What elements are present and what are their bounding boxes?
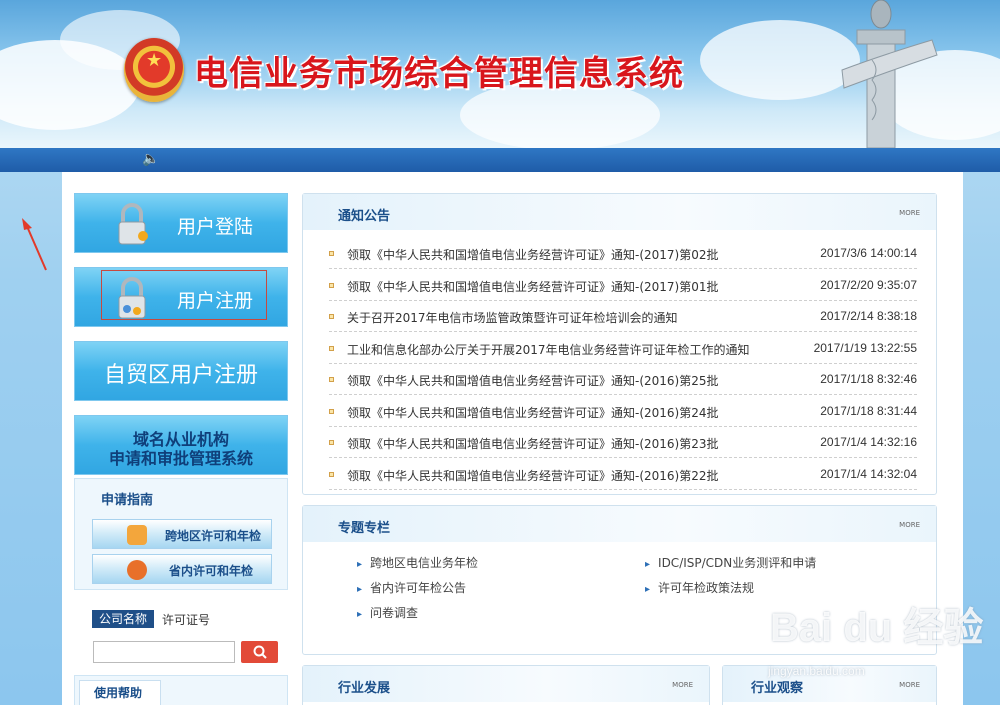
notice-date: 2017/1/4 14:32:16 xyxy=(820,435,917,449)
notice-row[interactable]: 领取《中华人民共和国增值电信业务经营许可证》通知-(2016)第23批 2017/… xyxy=(329,427,917,458)
topic-label: 省内许可年检公告 xyxy=(370,581,467,595)
notice-title-text[interactable]: 领取《中华人民共和国增值电信业务经营许可证》通知-(2016)第23批 xyxy=(347,435,719,452)
tab-license-number[interactable]: 许可证号 xyxy=(162,611,222,628)
baidu-watermark: Bai du 经验 xyxy=(770,606,984,650)
notice-panel: 通知公告 MORE 领取《中华人民共和国增值电信业务经营许可证》通知-(2017… xyxy=(302,193,937,495)
special-more-link[interactable]: MORE xyxy=(899,521,920,529)
notice-date: 2017/1/18 8:32:46 xyxy=(820,372,917,386)
notice-title-text[interactable]: 领取《中华人民共和国增值电信业务经营许可证》通知-(2016)第24批 xyxy=(347,404,719,421)
bullet-icon xyxy=(329,282,334,288)
guide-cross-region-button[interactable]: 跨地区许可和年检 xyxy=(92,519,272,549)
arrow-icon: ▸ xyxy=(357,559,363,570)
domain-system-button[interactable]: 域名从业机构 申请和审批管理系统 xyxy=(74,415,288,475)
notice-row[interactable]: 领取《中华人民共和国增值电信业务经营许可证》通知-(2016)第24批 2017/… xyxy=(329,396,917,427)
lock-icon xyxy=(118,203,148,245)
notice-date: 2017/3/6 14:00:14 xyxy=(820,246,917,260)
bullet-icon xyxy=(329,440,334,445)
industry-dev-header: 行业发展 MORE xyxy=(303,666,709,702)
notice-more-link[interactable]: MORE xyxy=(899,209,920,217)
bullet-icon xyxy=(329,377,334,382)
industry-watch-title: 行业观察 xyxy=(751,681,804,696)
notice-row[interactable]: 领取《中华人民共和国增值电信业务经营许可证》通知-(2016)第25批 2017/… xyxy=(329,364,917,395)
bullet-icon xyxy=(329,251,334,256)
notice-row[interactable]: 工业和信息化部办公厅关于开展2017年电信业务经营许可证年检工作的通知 2017/… xyxy=(329,333,917,364)
bullet-icon xyxy=(329,408,334,414)
baidu-watermark-url: jingyan.baidu.com xyxy=(768,664,865,678)
special-title: 专题专栏 xyxy=(338,521,391,536)
notice-date: 2017/1/18 8:31:44 xyxy=(820,403,917,418)
speaker-icon[interactable]: 🔈 xyxy=(142,151,159,167)
search-input[interactable] xyxy=(93,641,235,663)
login-button[interactable]: 用户登陆 xyxy=(74,193,288,253)
bullet-icon xyxy=(329,345,334,351)
top-navbar: 🔈 xyxy=(0,148,1000,172)
notice-date: 2017/2/14 8:38:18 xyxy=(820,309,917,323)
register-label: 用户注册 xyxy=(177,291,254,312)
notice-title: 通知公告 xyxy=(338,209,391,224)
site-title: 电信业务市场综合管理信息系统 xyxy=(194,54,684,94)
login-label: 用户登陆 xyxy=(177,217,254,238)
industry-dev-more-link[interactable]: MORE xyxy=(672,681,693,689)
help-tab[interactable]: 使用帮助 xyxy=(79,680,161,705)
ftz-register-button[interactable]: 自贸区用户注册 xyxy=(74,341,288,401)
topic-label: IDC/ISP/CDN业务测评和申请 xyxy=(658,556,817,570)
notice-title-text[interactable]: 领取《中华人民共和国增值电信业务经营许可证》通知-(2017)第01批 xyxy=(347,278,719,295)
guide-item-label: 省内许可和年检 xyxy=(169,564,254,578)
arrow-icon: ▸ xyxy=(357,584,363,595)
notice-date: 2017/1/19 13:22:55 xyxy=(813,340,917,355)
tab-company-name[interactable]: 公司名称 xyxy=(92,610,154,628)
bullet-icon xyxy=(329,471,334,477)
register-button[interactable]: 用户注册 xyxy=(74,267,288,327)
header-banner: ★ 电信业务市场综合管理信息系统 xyxy=(0,0,1000,148)
arrow-icon: ▸ xyxy=(357,609,363,620)
notice-title-text[interactable]: 领取《中华人民共和国增值电信业务经营许可证》通知-(2016)第25批 xyxy=(347,372,719,389)
industry-watch-more-link[interactable]: MORE xyxy=(899,681,920,689)
person-icon xyxy=(127,560,147,580)
notice-panel-header: 通知公告 MORE xyxy=(303,194,936,230)
topic-link[interactable]: ▸ IDC/ISP/CDN业务测评和申请 xyxy=(645,554,816,571)
arrow-icon: ▸ xyxy=(645,584,651,595)
domain-system-line2: 申请和审批管理系统 xyxy=(108,451,253,468)
user-lock-icon xyxy=(118,277,146,319)
special-panel-header: 专题专栏 MORE xyxy=(303,506,936,542)
ftz-register-label: 自贸区用户注册 xyxy=(103,362,258,387)
red-arrow-icon xyxy=(22,218,47,271)
industry-dev-panel: 行业发展 MORE xyxy=(302,665,710,705)
bullet-icon xyxy=(329,314,334,319)
topic-label: 跨地区电信业务年检 xyxy=(370,556,479,570)
notice-title-text[interactable]: 工业和信息化部办公厅关于开展2017年电信业务经营许可证年检工作的通知 xyxy=(347,341,750,358)
notice-row[interactable]: 领取《中华人民共和国增值电信业务经营许可证》通知-(2016)第22批 2017/… xyxy=(329,459,917,490)
guide-item-label: 跨地区许可和年检 xyxy=(165,529,262,543)
industry-dev-title: 行业发展 xyxy=(338,681,391,696)
notice-row[interactable]: 领取《中华人民共和国增值电信业务经营许可证》通知-(2017)第01批 2017/… xyxy=(329,270,917,301)
notice-date: 2017/1/4 14:32:04 xyxy=(820,466,917,481)
notice-title-text[interactable]: 领取《中华人民共和国增值电信业务经营许可证》通知-(2017)第02批 xyxy=(347,246,719,263)
topic-link[interactable]: ▸ 问卷调查 xyxy=(357,604,418,621)
arrow-icon: ▸ xyxy=(645,559,651,570)
guide-title: 申请指南 xyxy=(101,493,154,508)
notice-row[interactable]: 领取《中华人民共和国增值电信业务经营许可证》通知-(2017)第02批 2017/… xyxy=(329,238,917,269)
document-icon xyxy=(127,525,147,545)
apply-guide-box: 申请指南 跨地区许可和年检 省内许可和年检 xyxy=(74,478,288,590)
search-button[interactable] xyxy=(241,641,278,663)
help-box: 使用帮助 xyxy=(74,675,288,705)
notice-row[interactable]: 关于召开2017年电信市场监管政策暨许可证年检培训会的通知 2017/2/14 8… xyxy=(329,301,917,332)
topic-label: 问卷调查 xyxy=(370,606,419,620)
notice-date: 2017/2/20 9:35:07 xyxy=(820,277,917,292)
national-emblem-icon: ★ xyxy=(124,38,184,102)
guide-provincial-button[interactable]: 省内许可和年检 xyxy=(92,554,272,584)
topic-link[interactable]: ▸ 省内许可年检公告 xyxy=(357,579,466,596)
topic-link[interactable]: ▸ 跨地区电信业务年检 xyxy=(357,554,478,571)
notice-title-text[interactable]: 领取《中华人民共和国增值电信业务经营许可证》通知-(2016)第22批 xyxy=(347,467,719,484)
topic-label: 许可年检政策法规 xyxy=(658,581,755,595)
topic-link[interactable]: ▸ 许可年检政策法规 xyxy=(645,579,754,596)
search-icon xyxy=(253,645,267,659)
notice-title-text[interactable]: 关于召开2017年电信市场监管政策暨许可证年检培训会的通知 xyxy=(347,309,678,326)
huabiao-pillar-icon xyxy=(841,0,938,148)
